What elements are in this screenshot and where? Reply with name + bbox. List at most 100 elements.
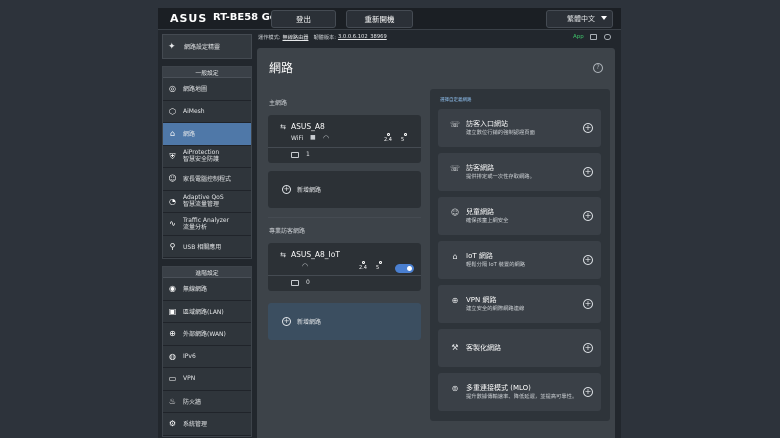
device-status-icon[interactable] xyxy=(590,34,597,40)
plus-icon[interactable]: + xyxy=(583,167,593,177)
help-icon[interactable]: ? xyxy=(593,63,603,73)
main-panel: 網路 ? 主網路 ⇆ ASUS_A8 WiFi ■ ◠ 2.4 5 1 + 新增… xyxy=(257,48,615,438)
profile-vpn-network[interactable]: ⊕ VPN 網路 建立安全的網際網路連線 + xyxy=(438,285,601,323)
sidebar-item-wan[interactable]: ⊕ 外部網路(WAN) xyxy=(163,323,251,346)
sidebar-item-sublabel: 智慧安全防護 xyxy=(183,156,220,164)
language-select[interactable]: 繁體中文 xyxy=(546,10,613,28)
sidebar-item-label: 系統管理 xyxy=(183,421,208,429)
mode-link[interactable]: 無線路由器 xyxy=(283,34,309,41)
section-divider xyxy=(268,217,421,218)
vpn-icon: ▭ xyxy=(168,374,177,384)
primary-network-name: ASUS_A8 xyxy=(291,122,325,131)
sidebar-item-adaptive-qos[interactable]: ◔ Adaptive QoS 智慧流量管理 xyxy=(163,190,251,213)
sidebar-item-label: AiMesh xyxy=(183,107,205,115)
logout-button[interactable]: 登出 xyxy=(271,10,336,28)
guest-network-icon: ☏ xyxy=(450,164,461,173)
sidebar-item-label: VPN xyxy=(183,375,196,383)
advanced-settings-group: 進階設定 ◉ 無線網路 ▣ 區域網路(LAN) ⊕ 外部網路(WAN) ◍ IPv6 ▭… xyxy=(162,266,252,437)
plus-icon[interactable]: + xyxy=(583,255,593,265)
profile-title: 訪客入口網站 xyxy=(466,120,508,128)
sidebar-item-sublabel: 流量分析 xyxy=(183,223,208,231)
profile-captive-portal[interactable]: ☏ 訪客入口網站 建立數位行銷的強制認證頁面 + xyxy=(438,109,601,147)
network-share-icon: ⇆ xyxy=(280,123,286,131)
firmware-label: 韌體版本: xyxy=(313,34,336,41)
primary-network-card[interactable]: ⇆ ASUS_A8 WiFi ■ ◠ 2.4 5 1 xyxy=(268,115,421,163)
sidebar-item-network-map[interactable]: ◎ 網路地圖 xyxy=(163,78,251,101)
sidebar-item-administration[interactable]: ⚙ 系統管理 xyxy=(163,413,251,436)
profile-kids-network[interactable]: ☺ 兒童網路 確保孩童上網安全 + xyxy=(438,197,601,235)
qos-icon: ◔ xyxy=(169,196,176,206)
device-icon xyxy=(291,152,299,158)
divider xyxy=(268,147,421,148)
model-name: RT-BE58 Go xyxy=(213,12,277,23)
administration-icon: ⚙ xyxy=(168,419,177,429)
page-title: 網路 xyxy=(269,61,294,75)
sidebar-item-wireless[interactable]: ◉ 無線網路 xyxy=(163,278,251,301)
iot-network-icon: ⌂ xyxy=(452,252,458,261)
captive-portal-icon: ☏ xyxy=(450,120,461,129)
profile-desc: 建立安全的網際網路連線 xyxy=(466,306,525,312)
add-network-button-2[interactable]: + 新增網路 xyxy=(268,303,421,340)
profile-mlo[interactable]: ⊚ 多重連接模式 (MLO) 提升數據傳輸速率、降低延遲，並提高可靠性。 + xyxy=(438,373,601,411)
aiprotection-icon: ⛨ xyxy=(169,151,176,161)
wand-icon: ✦ xyxy=(168,41,176,52)
general-settings-title: 一般設定 xyxy=(163,67,251,78)
guest-network-card[interactable]: ⇆ ASUS_A8_IoT ◠ 2.4 5 0 xyxy=(268,243,421,291)
add-network-button[interactable]: + 新增網路 xyxy=(268,171,421,208)
sidebar-item-label: Traffic Analyzer xyxy=(183,216,230,224)
sidebar-item-parental-control[interactable]: ☺ 家長電腦控制程式 xyxy=(163,168,251,191)
sidebar-item-usb[interactable]: ⚲ USB 相關應用 xyxy=(163,235,251,258)
divider xyxy=(268,275,421,276)
sidebar-item-traffic-analyzer[interactable]: ∿ Traffic Analyzer 流量分析 xyxy=(163,213,251,236)
plus-icon[interactable]: + xyxy=(583,299,593,309)
firewall-icon: ♨ xyxy=(168,396,177,406)
status-bar: 運作模式: 無線路由器 韌體版本: 3.0.0.6.102_38969 App xyxy=(258,30,621,44)
plus-icon[interactable]: + xyxy=(583,343,593,353)
band-5: 5 xyxy=(401,133,407,143)
guest-network-section-title: 專業訪客網路 xyxy=(269,228,306,235)
band-5: 5 xyxy=(376,261,382,271)
router-ui-frame: ASUS RT-BE58 Go 登出 重新開機 繁體中文 運作模式: 無線路由器… xyxy=(158,8,621,438)
quick-setup-button[interactable]: ✦ 網路設定精靈 xyxy=(162,34,252,59)
sidebar-item-vpn[interactable]: ▭ VPN xyxy=(163,368,251,391)
parental-control-icon: ☺ xyxy=(168,174,177,184)
plus-icon[interactable]: + xyxy=(583,387,593,397)
profile-iot-network[interactable]: ⌂ IoT 網路 輕鬆分隔 IoT 裝置的網路 + xyxy=(438,241,601,279)
profile-desc: 提供排定或一次性存取網路。 xyxy=(466,174,535,180)
profile-customized-network[interactable]: ⚒ 客製化網路 + xyxy=(438,329,601,367)
plus-icon: + xyxy=(282,317,291,326)
sidebar-item-ipv6[interactable]: ◍ IPv6 xyxy=(163,345,251,368)
firmware-link[interactable]: 3.0.0.6.102_38969 xyxy=(338,34,387,40)
custom-network-title: 選擇自定義網路 xyxy=(440,98,472,103)
kids-network-icon: ☺ xyxy=(450,208,460,217)
add-network-label: 新增網路 xyxy=(297,319,322,326)
guest-network-toggle[interactable] xyxy=(395,264,414,273)
sidebar-item-lan[interactable]: ▣ 區域網路(LAN) xyxy=(163,300,251,323)
wifi-label: WiFi xyxy=(291,135,304,142)
wifi-icon: ◠ xyxy=(302,262,309,270)
sidebar-item-network[interactable]: ⌂ 網路 xyxy=(163,123,251,146)
sidebar-item-aiprotection[interactable]: ⛨ AiProtection 智慧安全防護 xyxy=(163,145,251,168)
wan-icon: ⊕ xyxy=(169,329,176,339)
sidebar-item-label: 無線網路 xyxy=(183,286,208,294)
sidebar-item-firewall[interactable]: ♨ 防火牆 xyxy=(163,390,251,413)
sidebar-item-aimesh[interactable]: ⬡ AiMesh xyxy=(163,100,251,123)
sidebar-item-label: 防火牆 xyxy=(183,398,202,406)
custom-network-panel: 選擇自定義網路 ☏ 訪客入口網站 建立數位行銷的強制認證頁面 + ☏ 訪客網路 … xyxy=(430,89,610,421)
guest-network-name: ASUS_A8_IoT xyxy=(291,250,340,259)
profile-title: VPN 網路 xyxy=(466,296,497,304)
reboot-button[interactable]: 重新開機 xyxy=(346,10,413,28)
profile-desc: 確保孩童上網安全 xyxy=(466,218,509,224)
band-2-4: 2.4 xyxy=(384,133,392,143)
profile-guest-network[interactable]: ☏ 訪客網路 提供排定或一次性存取網路。 + xyxy=(438,153,601,191)
plus-icon[interactable]: + xyxy=(583,211,593,221)
sidebar-item-label: 網路地圖 xyxy=(183,86,208,94)
plus-icon[interactable]: + xyxy=(583,123,593,133)
wireless-icon: ◉ xyxy=(169,284,176,294)
ipv6-icon: ◍ xyxy=(169,351,176,361)
usb-status-icon[interactable] xyxy=(604,34,611,40)
device-count: 0 xyxy=(306,279,310,286)
app-link[interactable]: App xyxy=(573,34,584,40)
profile-desc: 提升數據傳輸速率、降低延遲，並提高可靠性。 xyxy=(466,394,578,400)
sidebar-item-label: 家長電腦控制程式 xyxy=(183,176,232,184)
